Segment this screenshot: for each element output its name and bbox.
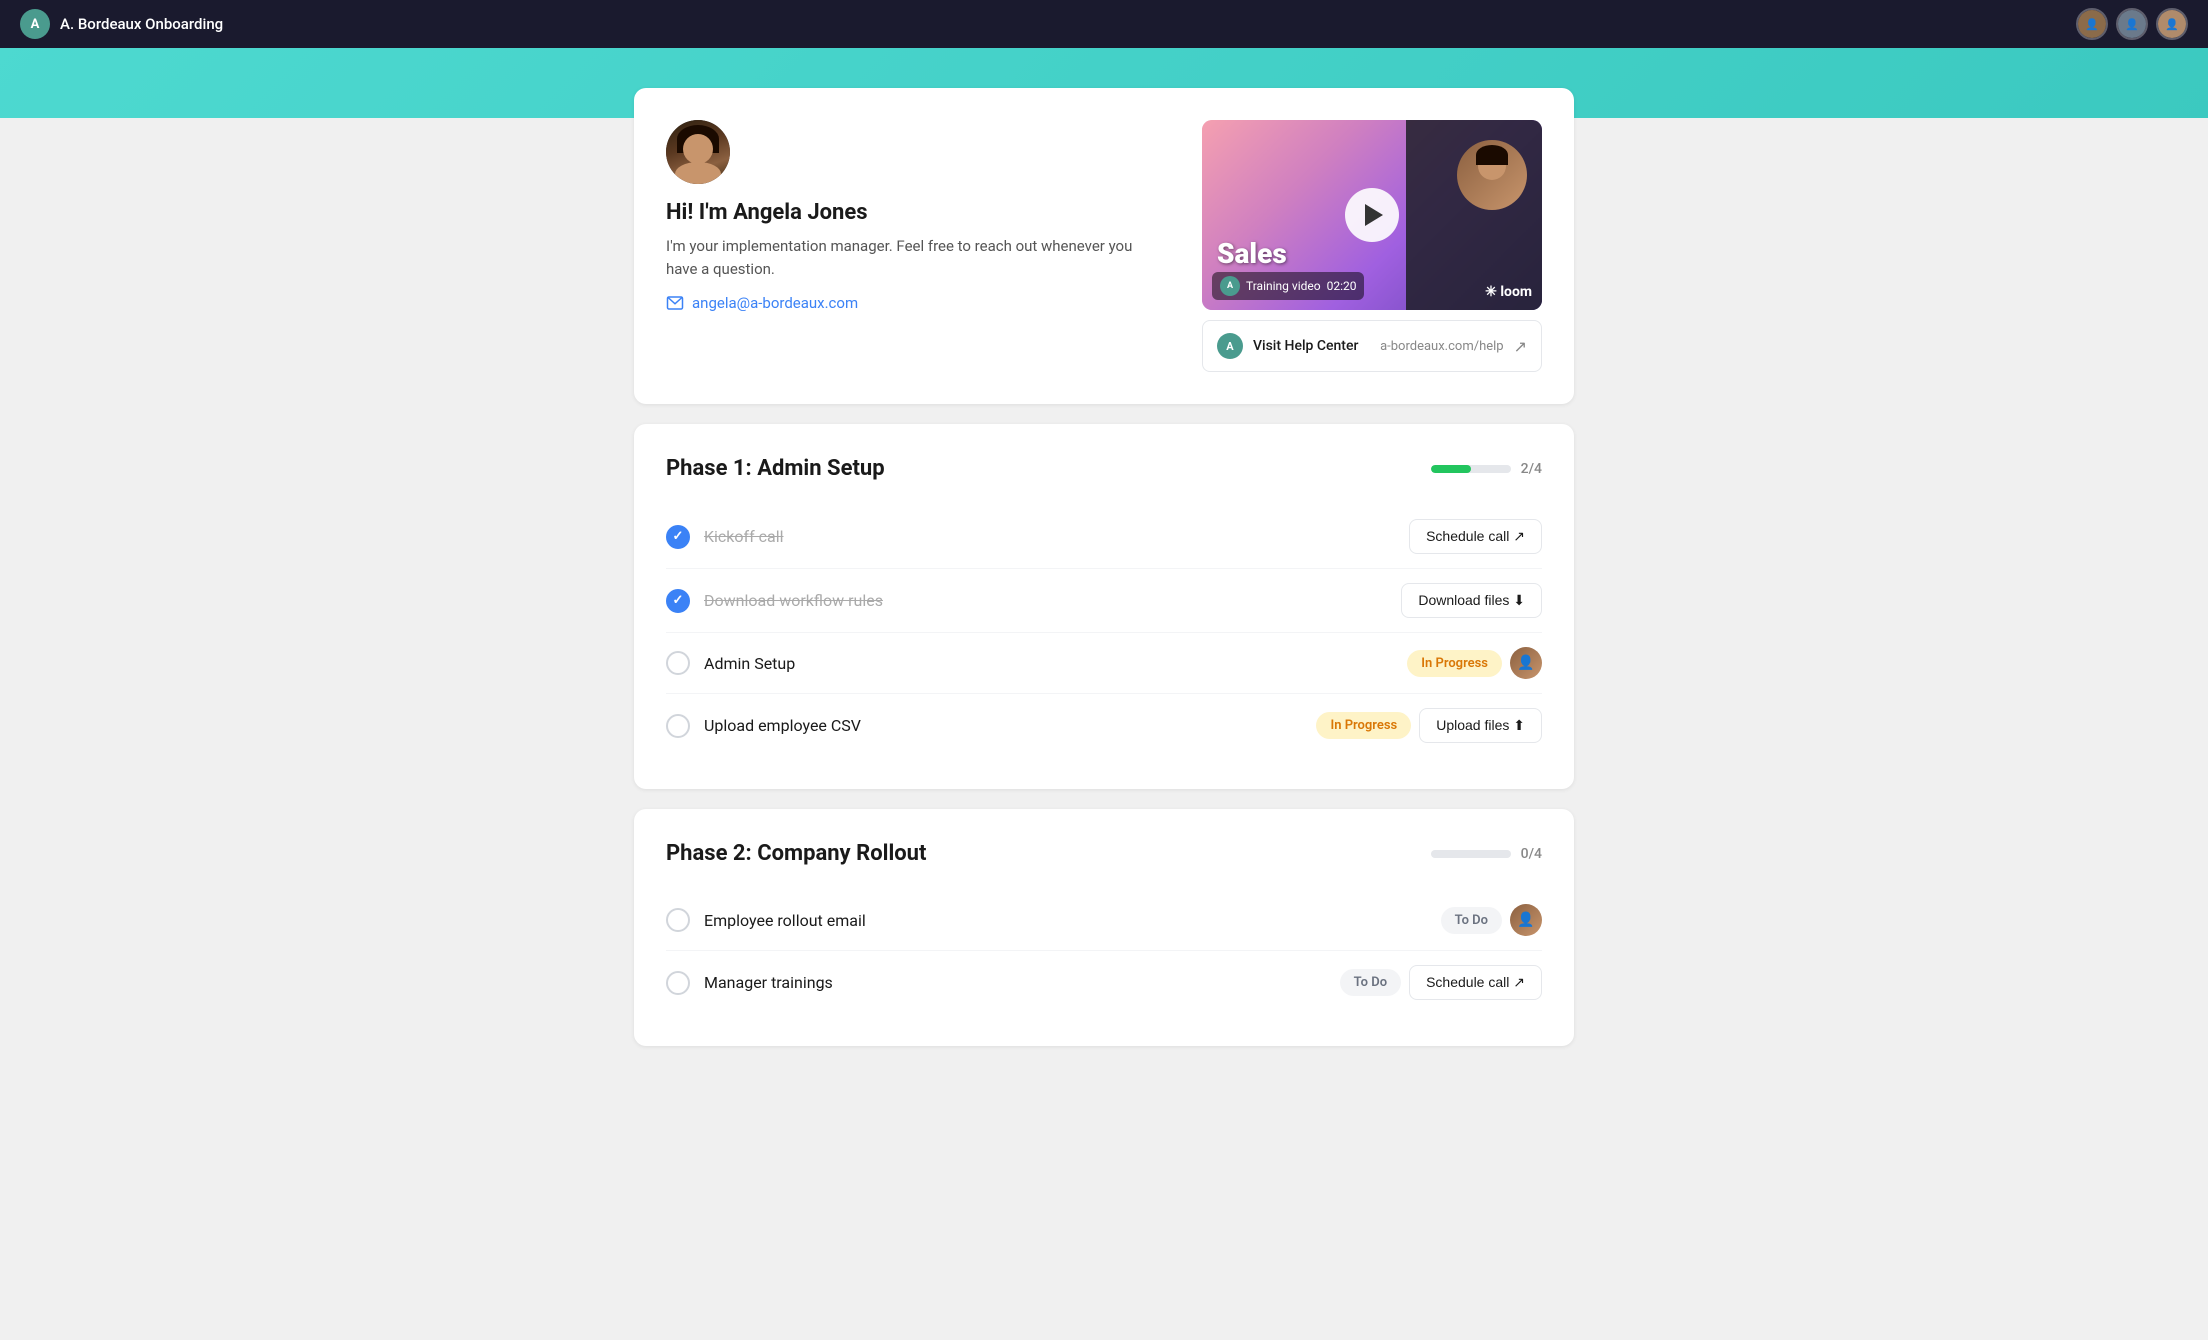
task-row-manager-trainings: Manager trainings To Do Schedule call ↗	[666, 951, 1542, 1014]
video-title: Training video	[1246, 279, 1321, 293]
progress-count-1: 0/4	[1521, 846, 1542, 862]
avatar-img-1: 👤	[2078, 10, 2106, 38]
progress-fill-0	[1431, 465, 1471, 473]
progress-count-0: 2/4	[1521, 461, 1542, 477]
main-content: Hi! I'm Angela Jones I'm your implementa…	[614, 88, 1594, 1106]
help-avatar: A	[1217, 333, 1243, 359]
phase-title-0: Phase 1: Admin Setup	[666, 456, 885, 481]
phase-progress-0: 2/4	[1431, 461, 1542, 477]
action-btn-kickoff-call[interactable]: Schedule call ↗	[1409, 519, 1542, 554]
phase-progress-1: 0/4	[1431, 846, 1542, 862]
badge-admin-setup: In Progress	[1407, 650, 1502, 677]
avatar-inner-admin-setup: 👤	[1510, 647, 1542, 679]
badge-employee-rollout: To Do	[1441, 907, 1502, 934]
manager-avatar	[666, 120, 730, 184]
nav-right: 👤 👤 👤	[2076, 8, 2188, 40]
task-label-download-workflow: Download workflow rules	[704, 591, 1387, 610]
help-center-url: a-bordeaux.com/help	[1380, 339, 1504, 354]
checkmark-icon: ✓	[673, 593, 684, 608]
task-avatar-admin-setup: 👤	[1510, 647, 1542, 679]
video-thumbnail[interactable]: Sales A Training video 02:20 ✳ loom	[1202, 120, 1542, 310]
task-checkbox-kickoff-call[interactable]: ✓	[666, 525, 690, 549]
nav-avatar-2[interactable]: 👤	[2116, 8, 2148, 40]
intro-desc: I'm your implementation manager. Feel fr…	[666, 235, 1162, 280]
intro-email-link[interactable]: angela@a-bordeaux.com	[666, 294, 1162, 312]
nav-title: A. Bordeaux Onboarding	[60, 15, 223, 33]
progress-bar-1	[1431, 850, 1511, 858]
action-btn-download-workflow[interactable]: Download files ⬇	[1401, 583, 1542, 618]
progress-bar-0	[1431, 465, 1511, 473]
intro-card: Hi! I'm Angela Jones I'm your implementa…	[634, 88, 1574, 404]
avatar-img-3: 👤	[2158, 10, 2186, 38]
task-row-kickoff-call: ✓ Kickoff call Schedule call ↗	[666, 505, 1542, 569]
external-link-icon: ↗	[1514, 337, 1527, 356]
task-checkbox-manager-trainings[interactable]	[666, 971, 690, 995]
intro-left: Hi! I'm Angela Jones I'm your implementa…	[666, 120, 1162, 312]
task-row-upload-csv: Upload employee CSV In Progress Upload fil…	[666, 694, 1542, 757]
task-label-kickoff-call: Kickoff call	[704, 527, 1395, 546]
task-row-admin-setup: Admin Setup In Progress 👤	[666, 633, 1542, 694]
task-label-upload-csv: Upload employee CSV	[704, 716, 1302, 735]
video-info-avatar: A	[1220, 276, 1240, 296]
nav-left: A A. Bordeaux Onboarding	[20, 9, 223, 39]
task-avatar-employee-rollout: 👤	[1510, 904, 1542, 936]
help-center-label: Visit Help Center	[1253, 338, 1366, 354]
task-actions-manager-trainings: To Do Schedule call ↗	[1340, 965, 1542, 1000]
play-button[interactable]	[1345, 188, 1399, 242]
task-row-employee-rollout: Employee rollout email To Do 👤	[666, 890, 1542, 951]
avatar-img-2: 👤	[2118, 10, 2146, 38]
task-actions-employee-rollout: To Do 👤	[1441, 904, 1542, 936]
email-address: angela@a-bordeaux.com	[692, 294, 858, 312]
badge-manager-trainings: To Do	[1340, 969, 1401, 996]
email-icon	[666, 294, 684, 312]
task-checkbox-employee-rollout[interactable]	[666, 908, 690, 932]
task-checkbox-admin-setup[interactable]	[666, 651, 690, 675]
intro-right: Sales A Training video 02:20 ✳ loom	[1202, 120, 1542, 372]
task-label-employee-rollout: Employee rollout email	[704, 911, 1427, 930]
avatar-inner-employee-rollout: 👤	[1510, 904, 1542, 936]
checkmark-icon: ✓	[673, 529, 684, 544]
task-actions-upload-csv: In Progress Upload files ⬆	[1316, 708, 1542, 743]
task-checkbox-upload-csv[interactable]	[666, 714, 690, 738]
video-info: A Training video 02:20	[1212, 272, 1364, 300]
help-center-link[interactable]: A Visit Help Center a-bordeaux.com/help …	[1202, 320, 1542, 372]
task-row-download-workflow: ✓ Download workflow rules Download files ⬇	[666, 569, 1542, 633]
action-btn-manager-trainings[interactable]: Schedule call ↗	[1409, 965, 1542, 1000]
badge-upload-csv: In Progress	[1316, 712, 1411, 739]
task-actions-kickoff-call: Schedule call ↗	[1409, 519, 1542, 554]
loom-logo: ✳ loom	[1485, 284, 1532, 300]
intro-greeting: Hi! I'm Angela Jones	[666, 200, 1162, 225]
phase-card-0: Phase 1: Admin Setup 2/4 ✓ Kickoff call Sche…	[634, 424, 1574, 789]
play-triangle-icon	[1365, 204, 1383, 226]
phase-header-0: Phase 1: Admin Setup 2/4	[666, 456, 1542, 481]
task-actions-admin-setup: In Progress 👤	[1407, 647, 1542, 679]
task-label-admin-setup: Admin Setup	[704, 654, 1393, 673]
phase-title-1: Phase 2: Company Rollout	[666, 841, 926, 866]
task-checkbox-download-workflow[interactable]: ✓	[666, 589, 690, 613]
video-duration: 02:20	[1327, 279, 1357, 293]
task-actions-download-workflow: Download files ⬇	[1401, 583, 1542, 618]
nav-logo-avatar: A	[20, 9, 50, 39]
phase-card-1: Phase 2: Company Rollout 0/4 Employee roll…	[634, 809, 1574, 1046]
task-label-manager-trainings: Manager trainings	[704, 973, 1326, 992]
action-btn-upload-csv[interactable]: Upload files ⬆	[1419, 708, 1542, 743]
topnav: A A. Bordeaux Onboarding 👤 👤 👤	[0, 0, 2208, 48]
nav-avatar-1[interactable]: 👤	[2076, 8, 2108, 40]
nav-avatar-3[interactable]: 👤	[2156, 8, 2188, 40]
phase-header-1: Phase 2: Company Rollout 0/4	[666, 841, 1542, 866]
phases-container: Phase 1: Admin Setup 2/4 ✓ Kickoff call Sche…	[634, 424, 1574, 1046]
